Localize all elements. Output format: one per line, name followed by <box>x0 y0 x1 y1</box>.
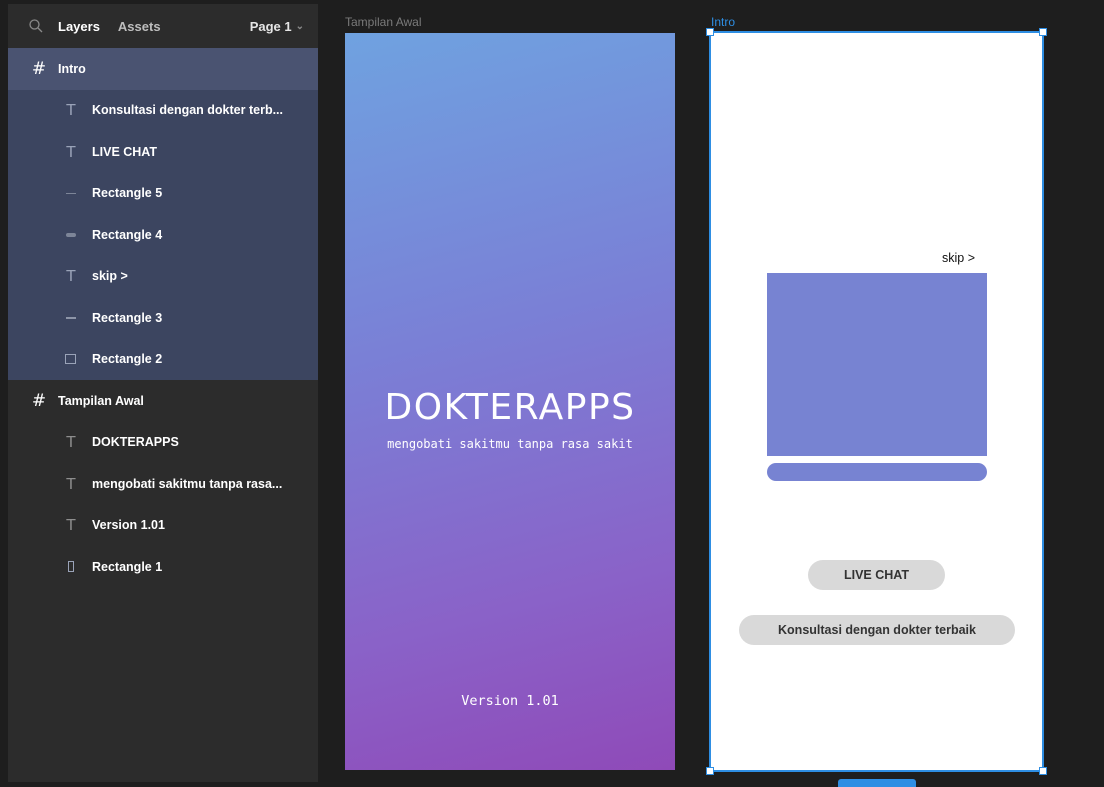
layers-panel: Layers Assets Page 1 ⌄ # Intro T Konsult… <box>8 4 318 782</box>
layer-label: Rectangle 4 <box>92 227 163 242</box>
layer-item[interactable]: Rectangle 5 <box>8 173 318 215</box>
tab-layers[interactable]: Layers <box>58 19 100 34</box>
line-icon <box>66 316 76 319</box>
text-icon: T <box>66 101 76 120</box>
layer-label: Konsultasi dengan dokter terb... <box>92 103 283 118</box>
frame-tampilan-awal[interactable]: DOKTERAPPS mengobati sakitmu tanpa rasa … <box>345 33 675 770</box>
rectangle-icon <box>68 561 74 573</box>
layer-item[interactable]: T mengobati sakitmu tanpa rasa... <box>8 463 318 505</box>
live-chat-button[interactable]: LIVE CHAT <box>808 560 945 590</box>
skip-link[interactable]: skip > <box>942 251 975 265</box>
app-tagline: mengobati sakitmu tanpa rasa sakit <box>387 437 633 451</box>
layer-frame-tampilan-awal[interactable]: # Tampilan Awal <box>8 380 318 422</box>
frame-icon: # <box>31 390 47 411</box>
layer-item[interactable]: Rectangle 2 <box>8 339 318 381</box>
layer-label: Rectangle 2 <box>92 352 163 367</box>
resize-handle-bottom-right[interactable] <box>1039 767 1047 775</box>
app-title: DOKTERAPPS <box>384 387 636 428</box>
layer-label: Intro <box>58 61 86 76</box>
page-selector[interactable]: Page 1 ⌄ <box>250 19 304 34</box>
layer-group-tampilan-awal: # Tampilan Awal T DOKTERAPPS T mengobati… <box>8 380 318 588</box>
text-icon: T <box>66 142 76 161</box>
layer-label: LIVE CHAT <box>92 144 158 159</box>
layer-label: mengobati sakitmu tanpa rasa... <box>92 476 283 491</box>
resize-handle-bottom-left[interactable] <box>706 767 714 775</box>
text-icon: T <box>66 474 76 493</box>
layer-label: DOKTERAPPS <box>92 435 179 450</box>
layer-item[interactable]: Rectangle 1 <box>8 546 318 588</box>
search-icon[interactable] <box>28 18 44 34</box>
frame-intro[interactable]: skip > LIVE CHAT Konsultasi dengan dokte… <box>706 28 1047 775</box>
dimension-badge <box>838 779 916 787</box>
layer-item[interactable]: T Konsultasi dengan dokter terb... <box>8 90 318 132</box>
version-text: Version 1.01 <box>461 693 559 709</box>
layer-item[interactable]: T skip > <box>8 256 318 298</box>
panel-topbar: Layers Assets Page 1 ⌄ <box>8 4 318 48</box>
frame-icon: # <box>31 58 47 79</box>
frame-label-intro[interactable]: Intro <box>711 15 735 29</box>
layer-frame-intro[interactable]: # Intro <box>8 48 318 90</box>
tab-assets[interactable]: Assets <box>118 19 161 34</box>
rectangle-icon <box>65 354 76 365</box>
text-icon: T <box>66 433 76 452</box>
page-label: Page 1 <box>249 18 292 34</box>
layer-label: Version 1.01 <box>92 518 165 533</box>
text-icon: T <box>66 267 76 286</box>
layer-item[interactable]: T DOKTERAPPS <box>8 422 318 464</box>
layer-label: Rectangle 5 <box>92 186 163 201</box>
intro-image-placeholder <box>767 273 987 456</box>
layer-label: Rectangle 3 <box>92 310 163 325</box>
text-icon: T <box>66 516 76 535</box>
layer-label: Rectangle 1 <box>92 559 163 574</box>
line-icon <box>66 192 76 194</box>
intro-progress-bar <box>767 463 987 481</box>
rounded-rect-icon <box>66 232 76 237</box>
chevron-down-icon: ⌄ <box>295 20 304 32</box>
resize-handle-top-left[interactable] <box>706 28 714 36</box>
resize-handle-top-right[interactable] <box>1039 28 1047 36</box>
layer-item[interactable]: T Version 1.01 <box>8 505 318 547</box>
layer-item[interactable]: Rectangle 4 <box>8 214 318 256</box>
layer-label: skip > <box>92 269 128 284</box>
layer-item[interactable]: T LIVE CHAT <box>8 131 318 173</box>
figma-editor: Layers Assets Page 1 ⌄ # Intro T Konsult… <box>0 0 1104 787</box>
konsultasi-button[interactable]: Konsultasi dengan dokter terbaik <box>739 615 1015 645</box>
layer-label: Tampilan Awal <box>58 393 144 408</box>
layer-group-intro: # Intro T Konsultasi dengan dokter terb.… <box>8 48 318 380</box>
frame-label-tampilan-awal[interactable]: Tampilan Awal <box>345 15 422 29</box>
layer-item[interactable]: Rectangle 3 <box>8 297 318 339</box>
